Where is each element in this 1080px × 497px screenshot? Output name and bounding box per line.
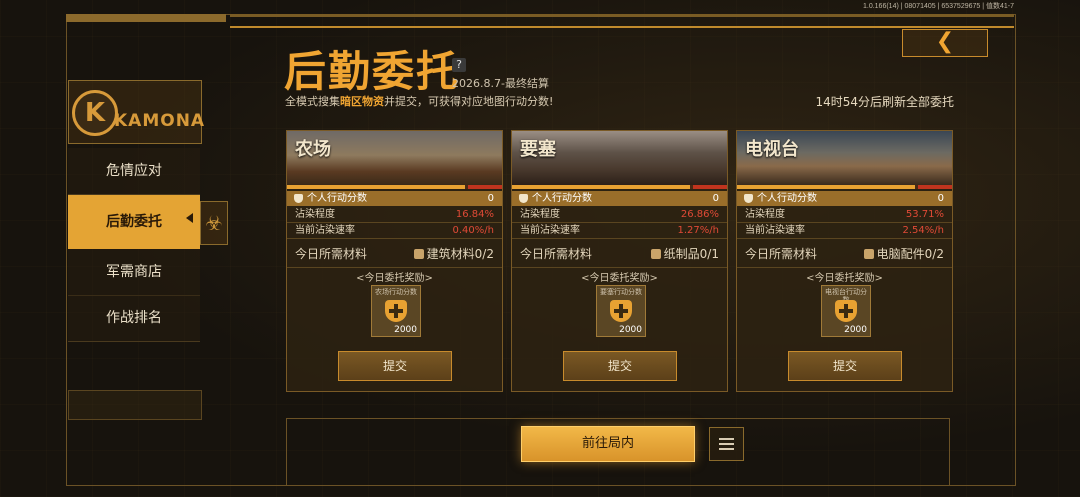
score-value: 0 <box>937 193 944 204</box>
top-decor-line <box>230 14 1014 17</box>
material-value: 纸制品0/1 <box>663 247 719 261</box>
sidebar-item-logistics[interactable]: 后勤委托 <box>68 195 200 249</box>
map-name: 要塞 <box>520 139 556 160</box>
go-to-raid-button[interactable]: 前往局内 <box>521 426 695 462</box>
reward-name: 要塞行动分数 <box>600 288 642 296</box>
logo-text: KAMONA <box>114 111 206 131</box>
material-icon <box>413 249 424 259</box>
pollution-value: 53.71% <box>905 209 944 220</box>
material-icon <box>863 249 874 259</box>
reward-amount: 2000 <box>619 325 642 335</box>
submit-button[interactable]: 提交 <box>788 351 902 381</box>
biohazard-icon: ☣ <box>200 201 228 245</box>
reward-item[interactable]: 要塞行动分数 2000 <box>596 285 646 337</box>
pollution-row: 沾染程度 16.84% <box>287 207 502 223</box>
shield-icon <box>519 194 528 203</box>
shield-icon <box>294 194 303 203</box>
progress-fill <box>737 185 916 189</box>
reward-title: <今日委托奖励> <box>806 273 883 284</box>
score-value: 0 <box>712 193 719 204</box>
header-divider <box>230 26 1014 28</box>
page-title: 后勤委托 <box>284 47 461 96</box>
progress-danger <box>468 185 502 189</box>
materials-row: 今日所需材料 建筑材料0/2 <box>287 241 502 268</box>
reward-amount: 2000 <box>394 325 417 335</box>
medical-cross-icon <box>835 300 857 322</box>
pollution-value: 26.86% <box>680 209 719 220</box>
progress-bar <box>512 185 727 189</box>
commission-card: 电视台 个人行动分数 0 沾染程度 53.71% 当前沾染速率 2.54%/h 今日所… <box>736 130 953 392</box>
rate-row: 当前沾染速率 2.54%/h <box>737 223 952 239</box>
progress-fill <box>512 185 691 189</box>
medical-cross-icon <box>610 300 632 322</box>
map-name: 农场 <box>295 139 331 160</box>
sidebar-item-shop[interactable]: 军需商店 <box>68 249 200 296</box>
back-button[interactable]: ❮ <box>902 29 988 57</box>
reward-item[interactable]: 农场行动分数 2000 <box>371 285 421 337</box>
version-info: 1.0.166(14) | 08071405 | 6537529675 | 值数… <box>862 3 1014 10</box>
rate-value: 1.27%/h <box>677 225 719 236</box>
materials-row: 今日所需材料 电脑配件0/2 <box>737 241 952 268</box>
materials-row: 今日所需材料 纸制品0/1 <box>512 241 727 268</box>
active-arrow-icon <box>186 213 193 223</box>
deadline-text: 2026.8.7-最终结算 <box>452 77 549 90</box>
commission-card: 农场 个人行动分数 0 沾染程度 16.84% 当前沾染速率 0.40%/h 今日所需… <box>286 130 503 392</box>
score-row: 个人行动分数 0 <box>512 191 727 206</box>
sidebar-footer-decor <box>68 390 202 420</box>
medical-cross-icon <box>385 300 407 322</box>
progress-danger <box>693 185 727 189</box>
chevron-left-icon: ❮ <box>935 29 955 54</box>
reward-amount: 2000 <box>844 325 867 335</box>
submit-button[interactable]: 提交 <box>563 351 677 381</box>
pollution-value: 16.84% <box>455 209 494 220</box>
score-row: 个人行动分数 0 <box>737 191 952 206</box>
rate-row: 当前沾染速率 0.40%/h <box>287 223 502 239</box>
score-value: 0 <box>487 193 494 204</box>
progress-bar <box>737 185 952 189</box>
rate-value: 0.40%/h <box>452 225 494 236</box>
shield-icon <box>744 194 753 203</box>
list-menu-icon[interactable] <box>709 427 744 461</box>
submit-button[interactable]: 提交 <box>338 351 452 381</box>
rate-row: 当前沾染速率 1.27%/h <box>512 223 727 239</box>
material-value: 建筑材料0/2 <box>426 247 494 261</box>
refresh-timer: 14时54分后刷新全部委托 <box>815 95 954 109</box>
progress-bar <box>287 185 502 189</box>
pollution-row: 沾染程度 26.86% <box>512 207 727 223</box>
reward-title: <今日委托奖励> <box>581 273 658 284</box>
sidebar-item-ranking[interactable]: 作战排名 <box>68 295 200 342</box>
map-name: 电视台 <box>745 139 799 160</box>
progress-danger <box>918 185 952 189</box>
reward-item[interactable]: 电视台行动分数2000 <box>821 285 871 337</box>
sidebar-item-crisis[interactable]: 危情应对 <box>68 148 200 195</box>
kamona-logo-icon: K <box>72 90 118 136</box>
score-row: 个人行动分数 0 <box>287 191 502 206</box>
rate-value: 2.54%/h <box>902 225 944 236</box>
reward-title: <今日委托奖励> <box>356 273 433 284</box>
help-icon[interactable]: ? <box>452 58 466 72</box>
material-icon <box>650 249 661 259</box>
progress-fill <box>287 185 466 189</box>
pollution-row: 沾染程度 53.71% <box>737 207 952 223</box>
top-decor-bar <box>66 14 226 22</box>
material-value: 电脑配件0/2 <box>876 247 944 261</box>
reward-name: 农场行动分数 <box>375 288 417 296</box>
commission-card: 要塞 个人行动分数 0 沾染程度 26.86% 当前沾染速率 1.27%/h 今日所需… <box>511 130 728 392</box>
page-subtitle: 全模式搜集暗区物资并提交，可获得对应地图行动分数! <box>285 95 554 108</box>
